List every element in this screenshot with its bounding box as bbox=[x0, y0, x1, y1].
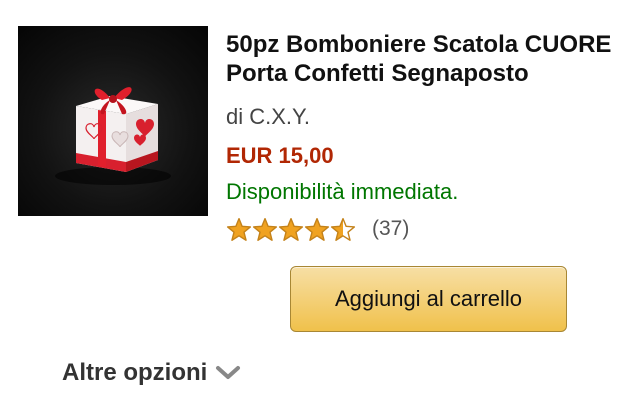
product-card: 50pz Bomboniere Scatola CUORE Porta Conf… bbox=[0, 0, 640, 410]
product-byline: di C.X.Y. bbox=[226, 104, 310, 129]
star-full-icon bbox=[226, 217, 252, 241]
review-count[interactable]: (37) bbox=[372, 217, 409, 241]
stars-group bbox=[226, 217, 356, 242]
product-image[interactable] bbox=[18, 26, 208, 216]
star-full-icon bbox=[278, 217, 304, 241]
availability-status: Disponibilità immediata. bbox=[226, 179, 459, 204]
star-rating[interactable]: (37) bbox=[226, 214, 409, 244]
add-to-cart-button[interactable]: Aggiungi al carrello bbox=[290, 266, 567, 332]
add-to-cart-label: Aggiungi al carrello bbox=[334, 286, 523, 311]
product-title[interactable]: 50pz Bomboniere Scatola CUORE Porta Conf… bbox=[226, 30, 626, 88]
gift-box-image bbox=[55, 87, 171, 185]
star-full-icon bbox=[304, 217, 330, 241]
star-half-icon bbox=[330, 217, 356, 241]
chevron-down-icon bbox=[216, 366, 241, 379]
more-options-toggle[interactable]: Altre opzioni bbox=[62, 356, 241, 390]
product-price: EUR 15,00 bbox=[226, 143, 334, 168]
more-options-label: Altre opzioni bbox=[62, 359, 208, 386]
star-full-icon bbox=[252, 217, 278, 241]
